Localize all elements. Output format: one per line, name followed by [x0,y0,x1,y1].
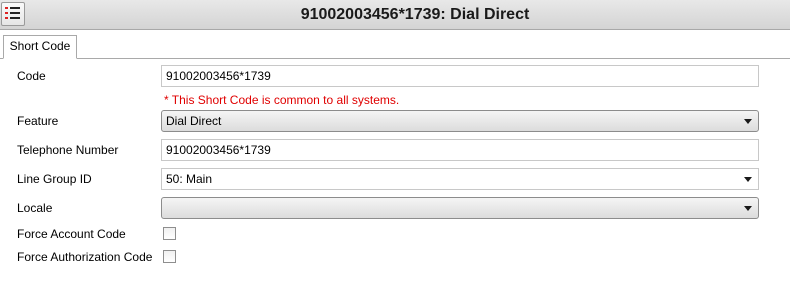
telephone-number-field[interactable]: 91002003456*1739 [161,139,759,161]
force-account-code-checkbox[interactable] [163,227,176,240]
line-group-id-select[interactable]: 50: Main [161,168,759,190]
window-title: 91002003456*1739: Dial Direct [300,6,530,23]
chevron-down-icon [744,119,752,124]
telephone-number-label: Telephone Number [17,143,119,157]
feature-label: Feature [17,114,59,128]
force-authorization-code-label: Force Authorization Code [17,250,153,264]
short-code-panel: Code 91002003456*1739 * This Short Code … [0,59,790,292]
line-group-id-select-value: 50: Main [166,172,213,186]
chevron-down-icon [744,177,752,182]
force-authorization-code-checkbox[interactable] [163,250,176,263]
tab-strip: Short Code [0,31,790,59]
locale-label: Locale [17,201,53,215]
line-group-id-label: Line Group ID [17,172,92,186]
title-bar: 91002003456*1739: Dial Direct [0,0,790,30]
tab-short-code[interactable]: Short Code [3,35,77,59]
force-account-code-label: Force Account Code [17,227,126,241]
chevron-down-icon [744,206,752,211]
code-field[interactable]: 91002003456*1739 [161,65,759,87]
feature-select[interactable]: Dial Direct [161,110,759,132]
code-label: Code [17,69,46,83]
common-code-note: * This Short Code is common to all syste… [164,93,400,107]
feature-select-value: Dial Direct [166,114,222,128]
locale-select[interactable] [161,197,759,219]
